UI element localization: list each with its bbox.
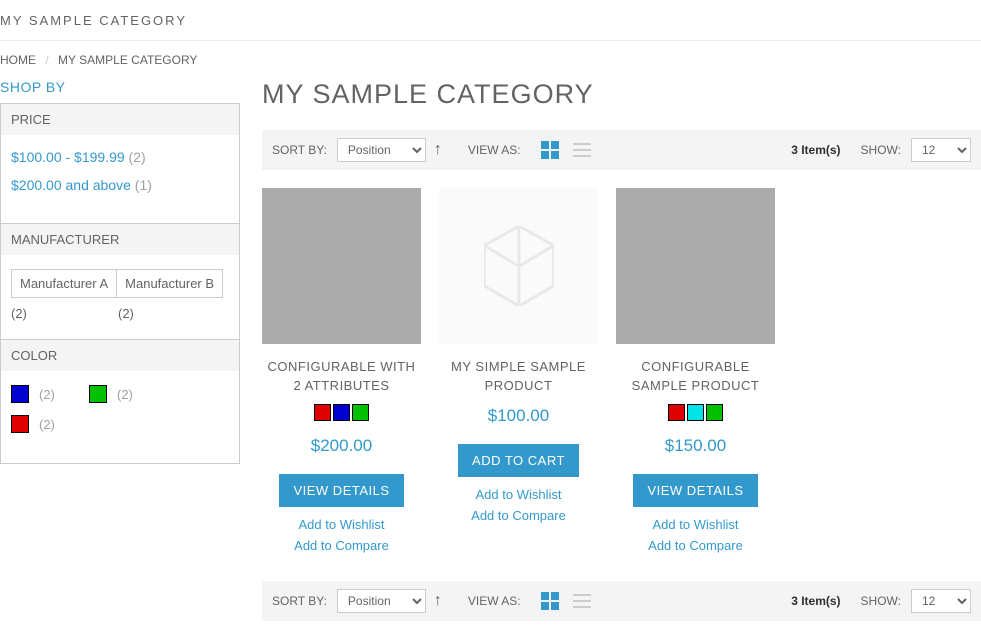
price-filter-link[interactable]: $200.00 and above (1) xyxy=(11,177,229,193)
add-to-wishlist-link[interactable]: Add to Wishlist xyxy=(439,487,598,502)
view-details-button[interactable]: VIEW DETAILS xyxy=(279,474,403,507)
page-title: MY SAMPLE CATEGORY xyxy=(262,79,981,110)
view-as-label: VIEW AS: xyxy=(468,143,521,157)
add-to-compare-link[interactable]: Add to Compare xyxy=(439,508,598,523)
product-links: Add to Wishlist Add to Compare xyxy=(439,487,598,523)
product-swatch[interactable] xyxy=(706,404,723,421)
filter-color-title: COLOR xyxy=(1,339,239,371)
swatch-row xyxy=(262,404,421,426)
price-filter-count: (2) xyxy=(129,149,146,165)
product-image[interactable] xyxy=(262,188,421,344)
toolbar-bottom: SORT BY: Position ↑ VIEW AS: 3 Item(s) S… xyxy=(262,581,981,621)
product-links: Add to Wishlist Add to Compare xyxy=(262,517,421,553)
breadcrumb-current: MY SAMPLE CATEGORY xyxy=(58,53,197,67)
color-filter-item[interactable]: (2) xyxy=(11,385,89,403)
product-swatch[interactable] xyxy=(352,404,369,421)
breadcrumb-home[interactable]: HOME xyxy=(0,53,36,67)
price-filter-count: (1) xyxy=(135,177,152,193)
layered-nav: PRICE $100.00 - $199.99 (2) $200.00 and a… xyxy=(0,103,240,464)
sort-direction-icon-bottom[interactable]: ↑ xyxy=(434,592,442,610)
sort-by-label: SORT BY: xyxy=(272,143,327,157)
show-select[interactable]: 12 xyxy=(911,138,971,162)
shop-by-title: SHOP BY xyxy=(0,79,240,95)
price-filter-link[interactable]: $100.00 - $199.99 (2) xyxy=(11,149,229,165)
add-to-wishlist-link[interactable]: Add to Wishlist xyxy=(616,517,775,532)
product-price: $150.00 xyxy=(616,436,775,456)
placeholder-icon xyxy=(484,226,554,306)
sort-by-select[interactable]: Position xyxy=(337,138,426,162)
manufacturer-option[interactable]: Manufacturer B xyxy=(117,269,223,298)
product-card: MY SIMPLE SAMPLE PRODUCT $100.00 ADD TO CA… xyxy=(439,188,598,553)
product-image[interactable] xyxy=(616,188,775,344)
color-swatch xyxy=(89,385,107,403)
product-swatch[interactable] xyxy=(333,404,350,421)
view-grid-icon[interactable] xyxy=(541,141,559,159)
product-card: CONFIGURABLE SAMPLE PRODUCT $150.00 VIEW D… xyxy=(616,188,775,553)
sort-direction-icon[interactable]: ↑ xyxy=(434,141,442,159)
add-to-cart-button[interactable]: ADD TO CART xyxy=(458,444,579,477)
toolbar-top: SORT BY: Position ↑ VIEW AS: 3 Item(s) S… xyxy=(262,130,981,170)
manufacturer-count: (2) xyxy=(11,306,118,321)
breadcrumb: HOME / MY SAMPLE CATEGORY xyxy=(0,41,981,79)
manufacturer-count: (2) xyxy=(118,306,225,321)
color-count: (2) xyxy=(39,417,55,432)
color-swatch xyxy=(11,415,29,433)
color-filter-item[interactable]: (2) xyxy=(11,415,89,433)
color-filter-item[interactable]: (2) xyxy=(89,385,167,403)
product-card: CONFIGURABLE WITH 2 ATTRIBUTES $200.00 VIE… xyxy=(262,188,421,553)
product-swatch[interactable] xyxy=(668,404,685,421)
filter-manufacturer-title: MANUFACTURER xyxy=(1,223,239,255)
item-count: 3 Item(s) xyxy=(791,143,840,157)
product-name[interactable]: MY SIMPLE SAMPLE PRODUCT xyxy=(439,358,598,396)
product-swatch[interactable] xyxy=(314,404,331,421)
price-filter-label: $100.00 - $199.99 xyxy=(11,149,129,165)
product-price: $100.00 xyxy=(439,406,598,426)
show-label: SHOW: xyxy=(861,143,901,157)
add-to-wishlist-link[interactable]: Add to Wishlist xyxy=(262,517,421,532)
color-count: (2) xyxy=(39,387,55,402)
show-select-bottom[interactable]: 12 xyxy=(911,589,971,613)
view-as-label-bottom: VIEW AS: xyxy=(468,594,521,608)
show-label-bottom: SHOW: xyxy=(861,594,901,608)
view-list-icon[interactable] xyxy=(573,143,591,157)
breadcrumb-sep: / xyxy=(45,53,48,67)
manufacturer-option[interactable]: Manufacturer A xyxy=(11,269,117,298)
product-links: Add to Wishlist Add to Compare xyxy=(616,517,775,553)
item-count-bottom: 3 Item(s) xyxy=(791,594,840,608)
sort-by-label-bottom: SORT BY: xyxy=(272,594,327,608)
product-name[interactable]: CONFIGURABLE WITH 2 ATTRIBUTES xyxy=(262,358,421,396)
view-details-button[interactable]: VIEW DETAILS xyxy=(633,474,757,507)
product-image[interactable] xyxy=(439,188,598,344)
view-list-icon-bottom[interactable] xyxy=(573,594,591,608)
filter-price-title: PRICE xyxy=(1,104,239,135)
add-to-compare-link[interactable]: Add to Compare xyxy=(262,538,421,553)
category-title: MY SAMPLE CATEGORY xyxy=(0,13,187,28)
color-count: (2) xyxy=(117,387,133,402)
price-filter-label: $200.00 and above xyxy=(11,177,135,193)
view-grid-icon-bottom[interactable] xyxy=(541,592,559,610)
color-swatch xyxy=(11,385,29,403)
product-price: $200.00 xyxy=(262,436,421,456)
swatch-row xyxy=(616,404,775,426)
add-to-compare-link[interactable]: Add to Compare xyxy=(616,538,775,553)
product-swatch[interactable] xyxy=(687,404,704,421)
product-name[interactable]: CONFIGURABLE SAMPLE PRODUCT xyxy=(616,358,775,396)
sort-by-select-bottom[interactable]: Position xyxy=(337,589,426,613)
category-title-bar: MY SAMPLE CATEGORY xyxy=(0,0,981,41)
